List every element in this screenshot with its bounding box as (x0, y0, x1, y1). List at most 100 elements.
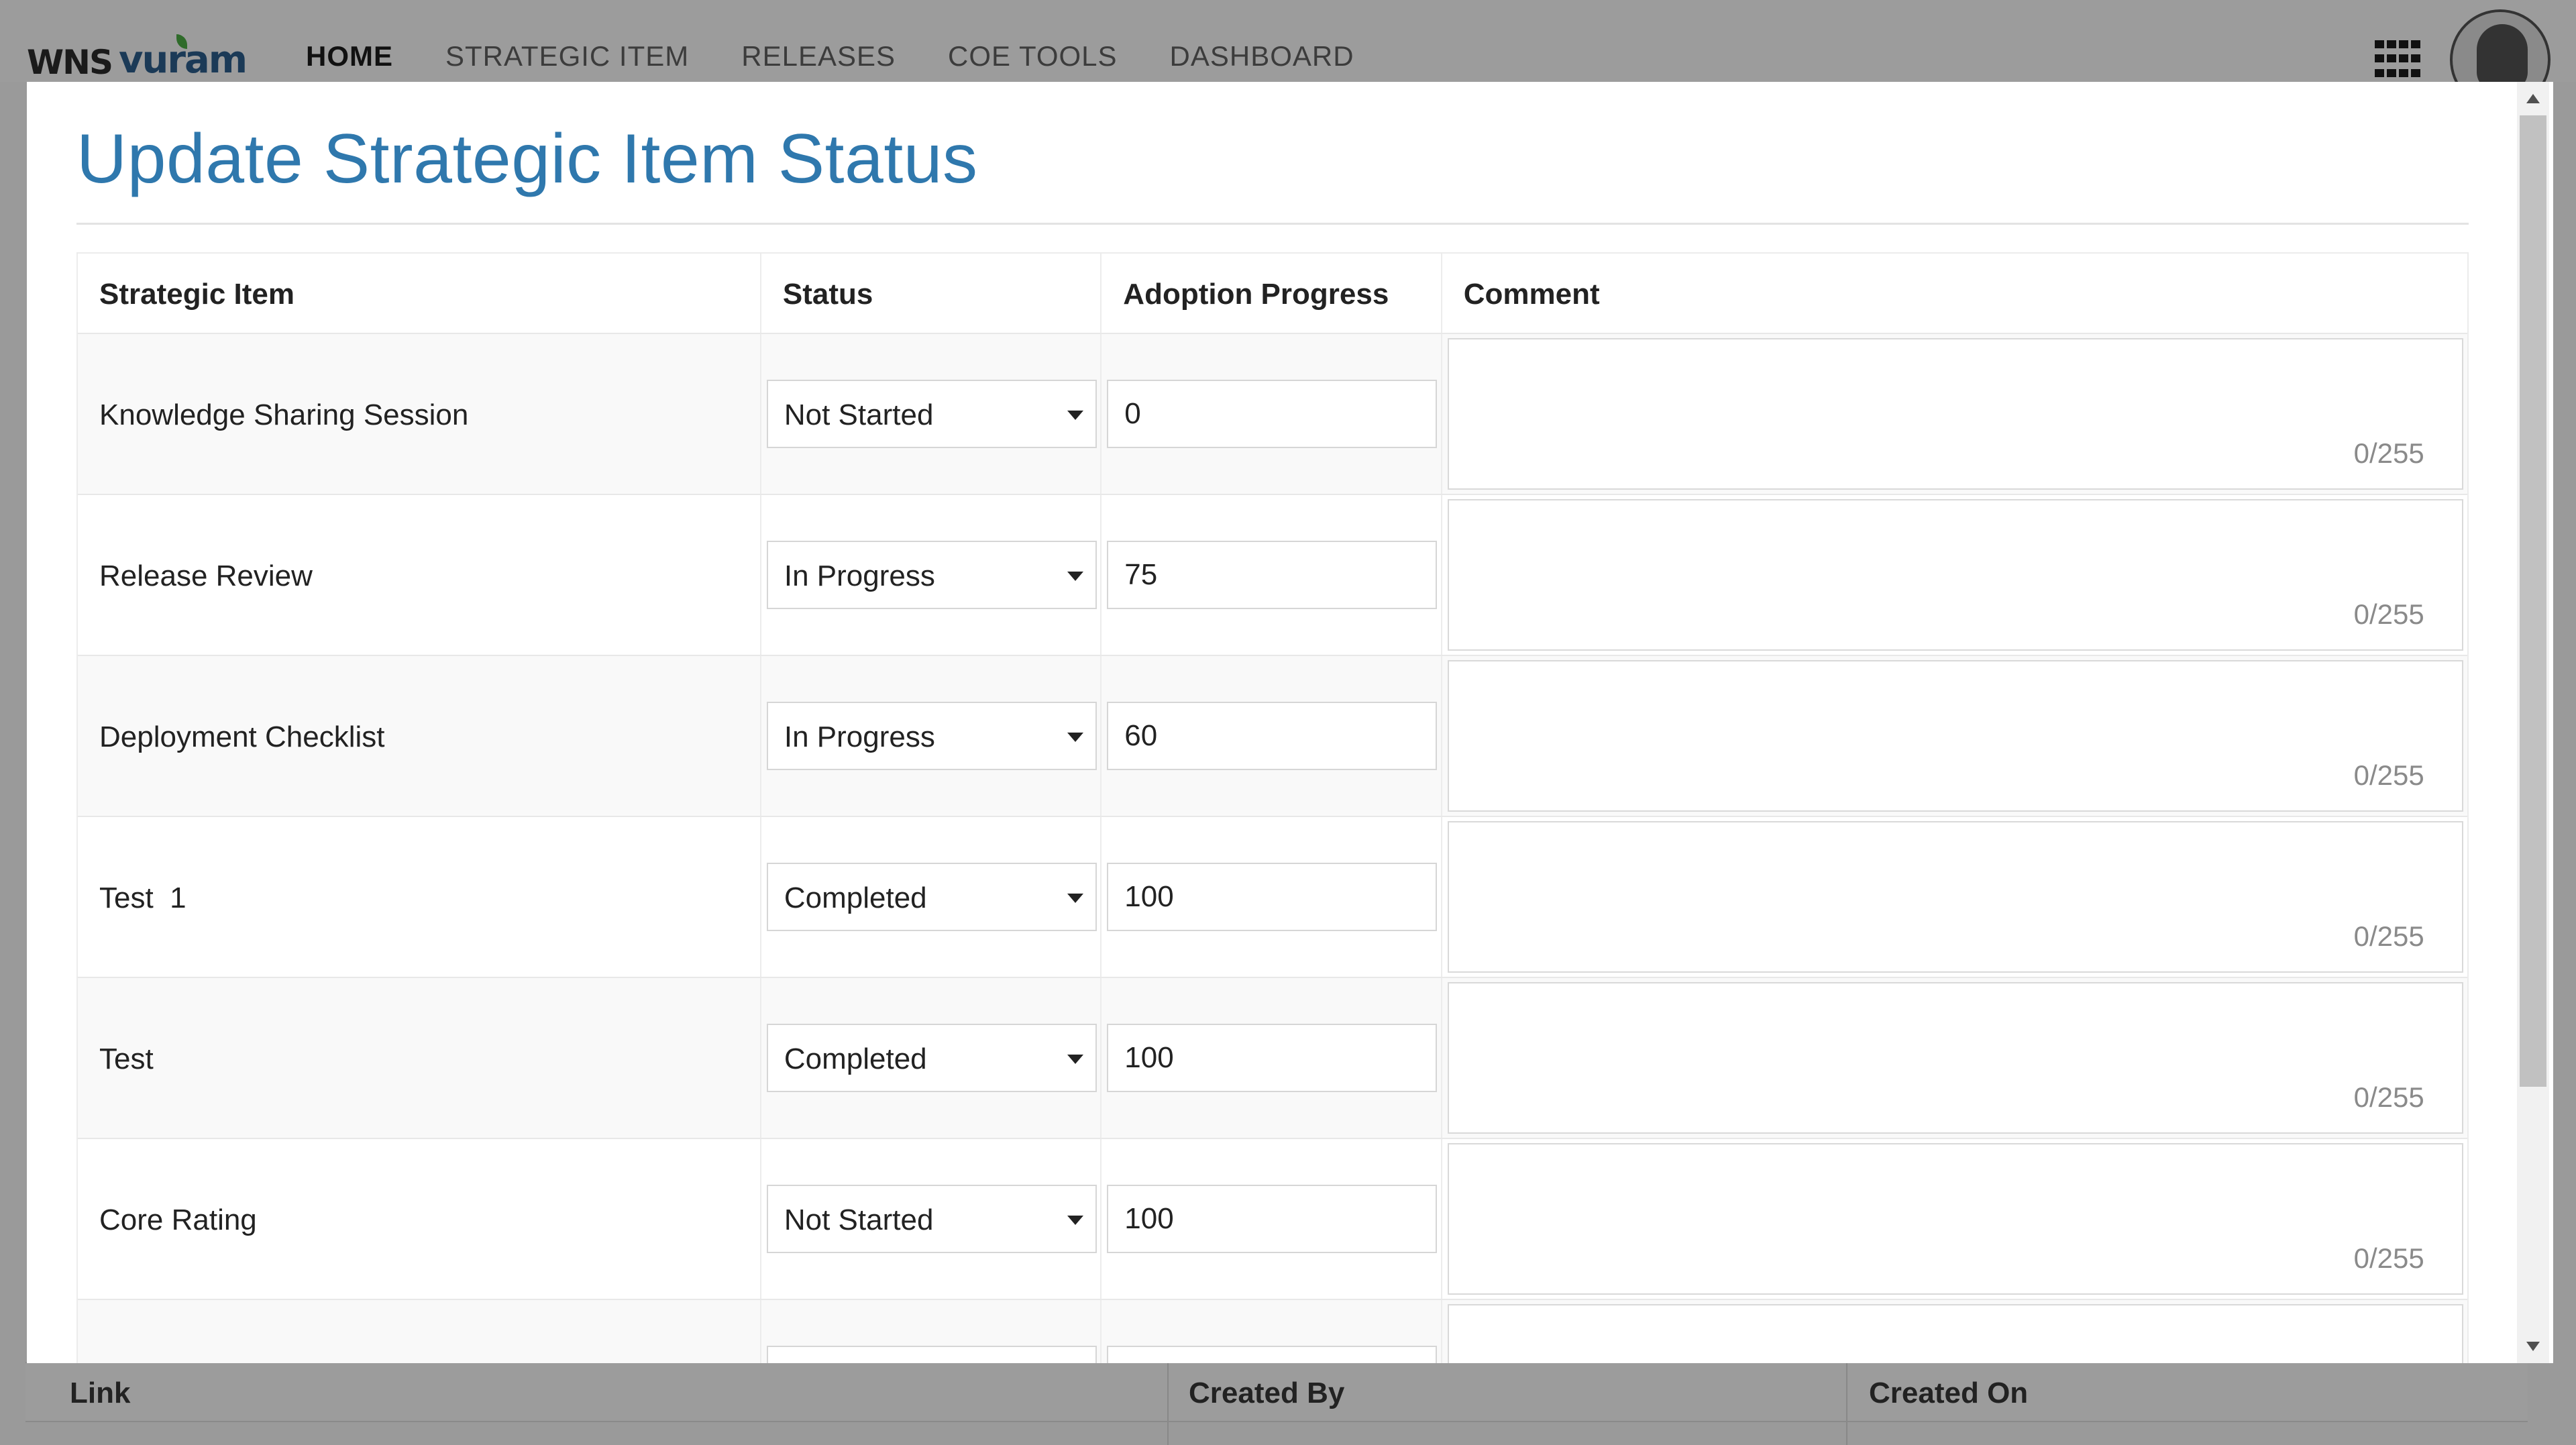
table-row: Knowledge Sharing Session Not Started 0/… (78, 334, 2467, 495)
top-navbar: WNS vuram HOME STRATEGIC ITEM RELEASES C… (0, 0, 2576, 110)
comment-textarea[interactable] (1448, 1305, 2462, 1363)
table-body: Knowledge Sharing Session Not Started 0/… (78, 334, 2467, 1363)
status-cell: Completed (761, 978, 1102, 1138)
col-adoption-progress: Adoption Progress (1102, 254, 1442, 333)
item-cell: Test (78, 978, 761, 1138)
apps-grid-icon[interactable] (2375, 40, 2420, 81)
comment-box: 0/255 (1447, 1143, 2463, 1295)
status-cell: Completed (761, 817, 1102, 977)
status-select[interactable]: Completed (766, 1024, 1097, 1092)
caret-down-icon (1067, 1055, 1083, 1064)
bg-col-created-on: Created On (1869, 1377, 2029, 1409)
comment-box: 0/255 (1447, 338, 2463, 490)
progress-cell (1102, 1300, 1442, 1363)
nav-dashboard[interactable]: DASHBOARD (1170, 40, 1354, 72)
adoption-progress-input[interactable] (1107, 1185, 1438, 1253)
update-status-modal: Update Strategic Item Status Strategic I… (27, 82, 2553, 1363)
comment-box: 0/255 (1447, 982, 2463, 1134)
col-status: Status (761, 254, 1102, 333)
status-cell (761, 1300, 1102, 1363)
comment-box: 0/255 (1447, 660, 2463, 812)
item-cell: Release Review (78, 495, 761, 655)
caret-down-icon (1067, 411, 1083, 420)
adoption-progress-input[interactable] (1107, 1024, 1438, 1092)
strategic-item-name: Test (99, 1042, 154, 1075)
status-select[interactable]: Not Started (766, 1185, 1097, 1253)
title-divider (76, 223, 2469, 225)
comment-box: 0/255 (1447, 499, 2463, 651)
char-counter: 0/255 (2353, 437, 2424, 469)
comment-textarea[interactable] (1448, 1144, 2462, 1293)
adoption-progress-input[interactable] (1107, 380, 1438, 448)
scroll-up-arrow-icon[interactable] (2526, 94, 2540, 103)
main-nav: HOME STRATEGIC ITEM RELEASES COE TOOLS D… (306, 40, 1354, 72)
adoption-progress-input[interactable] (1107, 702, 1438, 770)
caret-down-icon (1067, 572, 1083, 581)
status-value: In Progress (784, 559, 935, 592)
nav-coe-tools[interactable]: COE TOOLS (948, 40, 1118, 72)
status-value: Not Started (784, 1203, 934, 1236)
item-cell: Knowledge Sharing Session (78, 334, 761, 494)
status-cell: Not Started (761, 334, 1102, 494)
caret-down-icon (1067, 1216, 1083, 1225)
scroll-down-arrow-icon[interactable] (2526, 1342, 2540, 1351)
comment-cell (1442, 1300, 2467, 1363)
status-select[interactable]: Not Started (766, 380, 1097, 448)
comment-cell: 0/255 (1442, 334, 2467, 494)
item-cell: Core Rating (78, 1139, 761, 1299)
char-counter: 0/255 (2353, 598, 2424, 630)
status-select[interactable] (766, 1346, 1097, 1363)
status-cell: In Progress (761, 495, 1102, 655)
comment-textarea[interactable] (1448, 822, 2462, 971)
progress-cell (1102, 656, 1442, 816)
strategic-items-table: Strategic Item Status Adoption Progress … (76, 252, 2469, 1363)
nav-home[interactable]: HOME (306, 40, 393, 72)
wns-vuram-logo[interactable]: WNS vuram (27, 34, 248, 82)
modal-title: Update Strategic Item Status (76, 120, 978, 198)
strategic-item-name: Release Review (99, 559, 313, 592)
progress-cell (1102, 334, 1442, 494)
table-row-partial (78, 1300, 2467, 1363)
strategic-item-name: Test 1 (99, 881, 186, 914)
comment-box (1447, 1304, 2463, 1363)
comment-cell: 0/255 (1442, 1139, 2467, 1299)
status-value: Completed (784, 881, 927, 914)
comment-textarea[interactable] (1448, 339, 2462, 488)
adoption-progress-input[interactable] (1107, 541, 1438, 609)
strategic-item-name: Core Rating (99, 1203, 257, 1236)
status-select[interactable]: In Progress (766, 541, 1097, 609)
table-row: Test 1 Completed 0/255 (78, 817, 2467, 978)
bg-col-link: Link (70, 1377, 131, 1409)
caret-down-icon (1067, 894, 1083, 903)
comment-cell: 0/255 (1442, 978, 2467, 1138)
status-select[interactable]: Completed (766, 863, 1097, 931)
status-value: In Progress (784, 720, 935, 753)
comment-textarea[interactable] (1448, 661, 2462, 810)
comment-box: 0/255 (1447, 821, 2463, 973)
table-row: Test Completed 0/255 (78, 978, 2467, 1139)
scrollbar-thumb[interactable] (2520, 115, 2546, 1087)
table-row: Release Review In Progress 0/255 (78, 495, 2467, 656)
status-value: Completed (784, 1042, 927, 1075)
comment-cell: 0/255 (1442, 495, 2467, 655)
background-table-row (25, 1421, 2528, 1445)
adoption-progress-input[interactable] (1107, 1346, 1438, 1363)
progress-cell (1102, 495, 1442, 655)
logo-vuram-text: vuram (119, 34, 248, 82)
comment-textarea[interactable] (1448, 983, 2462, 1132)
nav-strategic-item[interactable]: STRATEGIC ITEM (445, 40, 689, 72)
char-counter: 0/255 (2353, 920, 2424, 952)
adoption-progress-input[interactable] (1107, 863, 1438, 931)
comment-cell: 0/255 (1442, 656, 2467, 816)
status-select[interactable]: In Progress (766, 702, 1097, 770)
nav-releases[interactable]: RELEASES (741, 40, 896, 72)
char-counter: 0/255 (2353, 1242, 2424, 1274)
bg-col-created-by: Created By (1189, 1377, 1345, 1409)
status-value: Not Started (784, 398, 934, 431)
progress-cell (1102, 1139, 1442, 1299)
char-counter: 0/255 (2353, 759, 2424, 791)
item-cell (78, 1300, 761, 1363)
status-cell: Not Started (761, 1139, 1102, 1299)
comment-textarea[interactable] (1448, 500, 2462, 649)
col-comment: Comment (1463, 278, 1600, 311)
